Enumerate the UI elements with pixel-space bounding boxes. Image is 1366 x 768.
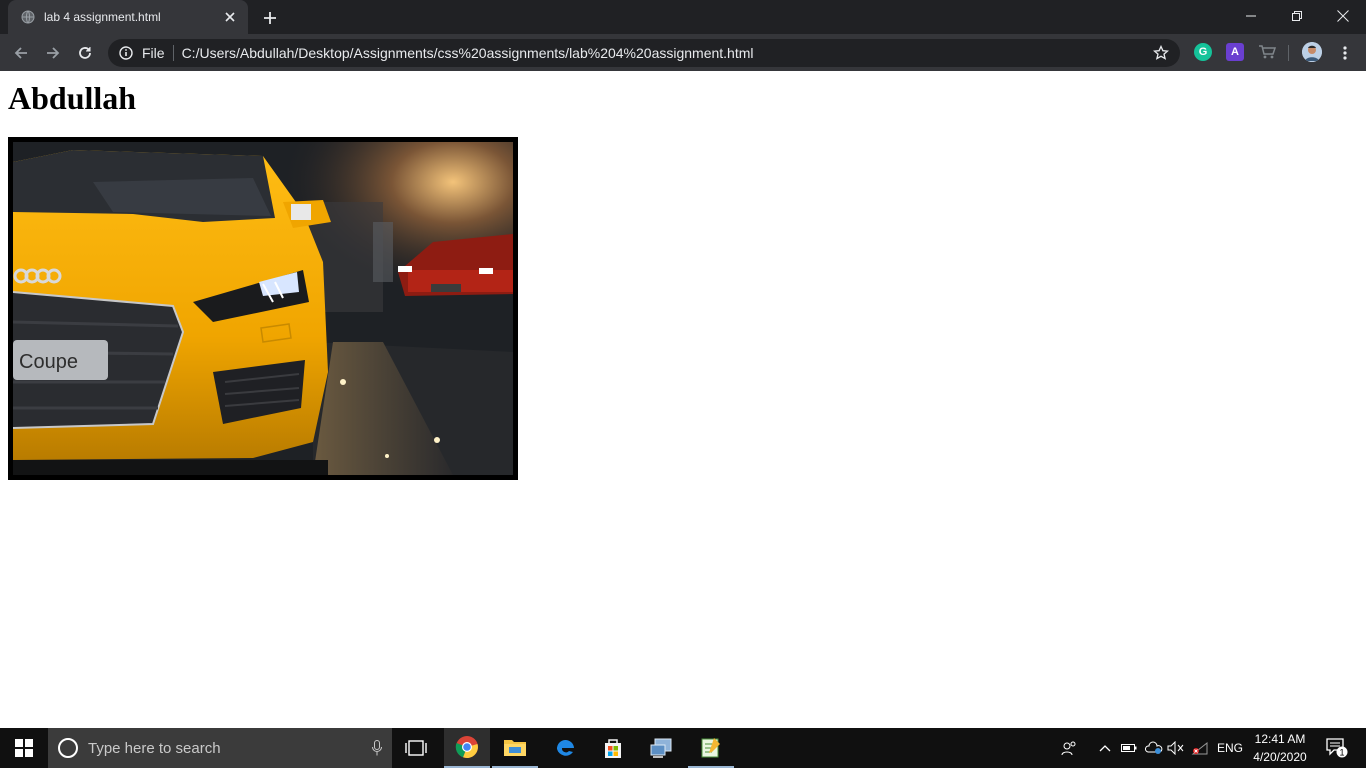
address-bar[interactable]: File C:/Users/Abdullah/Desktop/Assignmen…	[108, 39, 1180, 67]
notification-count: 1	[1339, 748, 1344, 758]
speaker-muted-icon[interactable]	[1166, 728, 1186, 768]
menu-icon[interactable]	[1332, 40, 1358, 66]
mic-icon[interactable]	[362, 740, 392, 756]
chevron-up-icon[interactable]	[1096, 728, 1114, 768]
plus-icon[interactable]	[258, 6, 282, 30]
page-content: Abdullah Coupe	[0, 71, 1366, 728]
back-icon[interactable]	[8, 40, 34, 66]
window-close-icon[interactable]	[1320, 0, 1366, 32]
plate-text: Coupe	[19, 351, 78, 373]
clock-date: 4/20/2020	[1253, 750, 1307, 764]
url-text[interactable]: C:/Users/Abdullah/Desktop/Assignments/cs…	[182, 45, 1152, 61]
browser-tab[interactable]: lab 4 assignment.html	[8, 0, 248, 34]
notification-icon[interactable]: 1	[1322, 728, 1352, 768]
notepad-icon[interactable]	[688, 728, 734, 768]
battery-icon[interactable]	[1120, 728, 1138, 768]
store-icon[interactable]	[590, 728, 636, 768]
tab-title: lab 4 assignment.html	[44, 10, 161, 24]
task-view-icon[interactable]	[393, 728, 439, 768]
language-indicator[interactable]: ENG	[1214, 728, 1246, 768]
close-icon[interactable]	[222, 9, 238, 25]
reload-icon[interactable]	[72, 40, 98, 66]
wifi-icon[interactable]	[1190, 728, 1210, 768]
taskbar: Type here to search ENG 12:41 AM 4/20/20…	[0, 728, 1366, 768]
scheme-label: File	[142, 45, 174, 61]
car-image: Coupe	[8, 137, 518, 480]
tab-strip: lab 4 assignment.html	[0, 0, 1366, 34]
forward-icon[interactable]	[40, 40, 66, 66]
avatar[interactable]	[1302, 42, 1322, 62]
windows-icon[interactable]	[0, 728, 48, 768]
people-icon[interactable]	[1058, 728, 1080, 768]
cortana-icon	[58, 738, 78, 758]
onedrive-icon[interactable]	[1144, 728, 1164, 768]
search-placeholder: Type here to search	[88, 739, 221, 757]
globe-icon	[20, 9, 36, 25]
restore-icon[interactable]	[1274, 0, 1320, 32]
info-icon[interactable]	[118, 45, 134, 61]
clock-time: 12:41 AM	[1254, 732, 1306, 746]
file-explorer-icon[interactable]	[492, 728, 538, 768]
page-heading: Abdullah	[8, 80, 137, 116]
edge-icon[interactable]	[542, 728, 588, 768]
search-box[interactable]: Type here to search	[48, 728, 392, 768]
star-icon[interactable]	[1152, 44, 1170, 62]
browser-toolbar: File C:/Users/Abdullah/Desktop/Assignmen…	[0, 34, 1366, 71]
network-app-icon[interactable]	[638, 728, 684, 768]
cart-icon[interactable]	[1258, 43, 1276, 61]
minimize-icon[interactable]	[1228, 0, 1274, 32]
chrome-icon[interactable]	[444, 728, 490, 768]
toolbar-separator	[1288, 45, 1289, 61]
grammarly-icon[interactable]: G	[1194, 43, 1212, 61]
clock[interactable]: 12:41 AM 4/20/2020	[1248, 730, 1312, 766]
extension-a-icon[interactable]: A	[1226, 43, 1244, 61]
